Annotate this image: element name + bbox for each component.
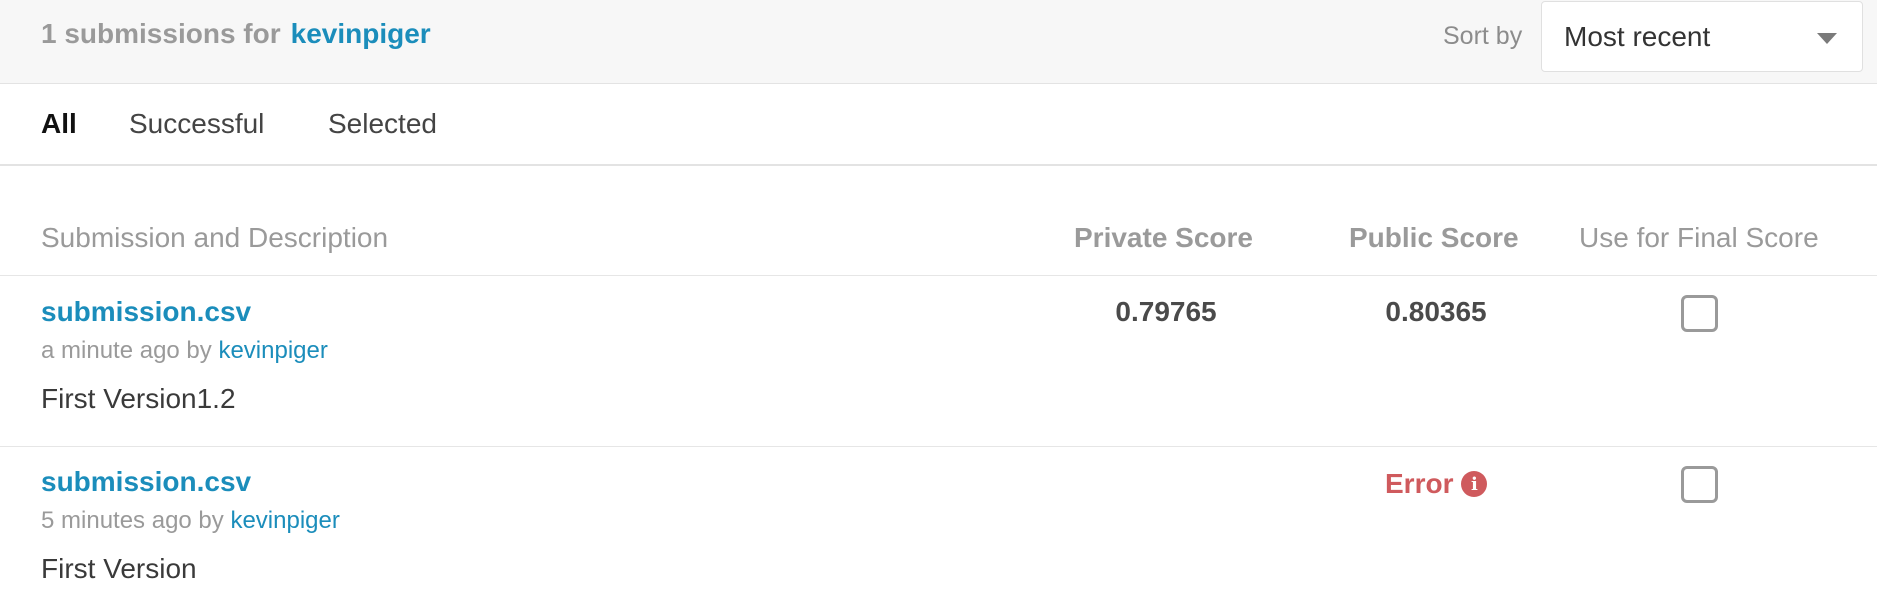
table-divider bbox=[0, 275, 1877, 276]
submission-time: 5 minutes ago by bbox=[41, 507, 224, 534]
public-score: 0.80365 bbox=[1385, 296, 1487, 327]
column-header-public-score: Public Score bbox=[1349, 222, 1519, 253]
submission-user-link[interactable]: kevinpiger bbox=[218, 337, 327, 364]
public-score-error[interactable]: Error i bbox=[1385, 468, 1488, 500]
final-score-checkbox[interactable] bbox=[1681, 466, 1718, 503]
sort-dropdown[interactable]: Most recent bbox=[1541, 1, 1863, 72]
tab-all[interactable]: All bbox=[41, 84, 77, 164]
submission-count-text: 1 submissions for bbox=[41, 18, 281, 49]
submission-file-link[interactable]: submission.csv bbox=[41, 296, 251, 328]
username-link[interactable]: kevinpiger bbox=[291, 18, 431, 50]
submissions-title: 1 submissions for kevinpiger bbox=[41, 0, 431, 68]
info-icon[interactable]: i bbox=[1461, 471, 1488, 497]
submission-meta: 5 minutes ago by kevinpiger bbox=[41, 507, 340, 535]
sort-label: Sort by bbox=[1443, 21, 1523, 50]
final-score-checkbox[interactable] bbox=[1681, 295, 1718, 332]
caret-down-icon bbox=[1817, 33, 1837, 44]
submission-meta: a minute ago by kevinpiger bbox=[41, 337, 328, 365]
tab-successful[interactable]: Successful bbox=[129, 84, 264, 164]
column-header-private-score: Private Score bbox=[1074, 222, 1253, 253]
submission-user-link[interactable]: kevinpiger bbox=[230, 507, 339, 534]
sort-value: Most recent bbox=[1564, 20, 1711, 52]
tab-selected[interactable]: Selected bbox=[328, 84, 437, 164]
column-header-submission: Submission and Description bbox=[41, 222, 389, 253]
submissions-header: 1 submissions for kevinpiger Sort by Mos… bbox=[0, 0, 1877, 84]
error-text: Error bbox=[1385, 468, 1454, 499]
table-divider bbox=[0, 446, 1877, 447]
private-score: 0.79765 bbox=[1115, 296, 1217, 327]
column-header-final-score: Use for Final Score bbox=[1579, 222, 1819, 253]
submission-time: a minute ago by bbox=[41, 337, 212, 364]
submission-description: First Version1.2 bbox=[41, 383, 236, 414]
submission-file-link[interactable]: submission.csv bbox=[41, 466, 251, 498]
filter-tabs: All Successful Selected bbox=[0, 84, 1877, 166]
submission-description: First Version bbox=[41, 553, 197, 584]
